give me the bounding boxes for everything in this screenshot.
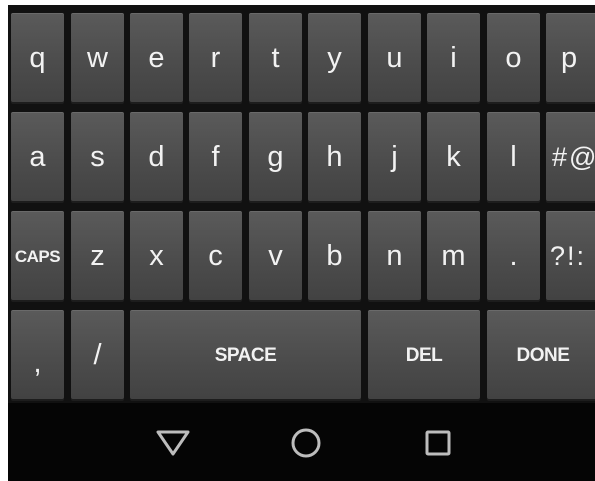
key-x[interactable]: x [130, 211, 183, 300]
key-label: b [326, 239, 343, 272]
key-w[interactable]: w [71, 13, 124, 102]
key-label: CAPS [14, 246, 61, 266]
key-p[interactable]: p [546, 13, 595, 102]
key-label: g [267, 140, 284, 173]
key-label: y [327, 41, 342, 74]
key-label: c [208, 239, 223, 272]
key-n[interactable]: n [368, 211, 421, 300]
key-label: j [391, 140, 398, 173]
key-label: ?!: [550, 240, 587, 271]
key-label: e [148, 41, 165, 74]
key-label: d [148, 140, 165, 173]
key-label: o [505, 41, 522, 74]
key-label: r [210, 41, 221, 74]
key-question-exclaim[interactable]: ?!: [546, 211, 595, 300]
key-label: u [386, 41, 403, 74]
key-t[interactable]: t [249, 13, 302, 102]
key-a[interactable]: a [11, 112, 64, 201]
key-k[interactable]: k [427, 112, 480, 201]
circle-home-icon [291, 428, 321, 458]
key-c[interactable]: c [189, 211, 242, 300]
key-comma[interactable]: , [11, 310, 64, 399]
key-l[interactable]: l [487, 112, 540, 201]
navigation-bar [8, 403, 595, 481]
key-d[interactable]: d [130, 112, 183, 201]
key-caps[interactable]: CAPS [11, 211, 64, 300]
home-button[interactable] [284, 421, 328, 465]
key-label: v [268, 239, 283, 272]
key-label: q [29, 41, 46, 74]
space-bar[interactable]: SPACE [130, 310, 361, 399]
key-f[interactable]: f [189, 112, 242, 201]
square-recents-icon [425, 430, 451, 456]
key-label: x [149, 239, 164, 272]
key-g[interactable]: g [249, 112, 302, 201]
key-m[interactable]: m [427, 211, 480, 300]
on-screen-keyboard: q w e r t y u i o p a s d f g h j k l #@… [8, 5, 595, 403]
key-period[interactable]: . [487, 211, 540, 300]
recents-button[interactable] [416, 421, 460, 465]
key-label: , [33, 346, 42, 379]
key-label: p [561, 41, 578, 74]
key-j[interactable]: j [368, 112, 421, 201]
key-b[interactable]: b [308, 211, 361, 300]
key-u[interactable]: u [368, 13, 421, 102]
key-s[interactable]: s [71, 112, 124, 201]
key-label: SPACE [214, 344, 277, 366]
phone-screen: q w e r t y u i o p a s d f g h j k l #@… [8, 5, 595, 481]
key-label: m [441, 239, 466, 272]
key-label: z [90, 239, 105, 272]
triangle-back-icon [156, 430, 190, 456]
key-label: l [510, 140, 517, 173]
key-label: k [446, 140, 461, 173]
key-slash[interactable]: / [71, 310, 124, 399]
key-label: / [93, 338, 102, 371]
key-q[interactable]: q [11, 13, 64, 102]
key-label: i [450, 41, 457, 74]
key-e[interactable]: e [130, 13, 183, 102]
key-label: . [509, 239, 518, 272]
key-label: #@ [552, 141, 595, 172]
key-label: DEL [405, 344, 443, 366]
key-label: h [326, 140, 343, 173]
key-label: s [90, 140, 105, 173]
key-label: f [211, 140, 220, 173]
key-i[interactable]: i [427, 13, 480, 102]
key-label: w [87, 41, 108, 74]
key-h[interactable]: h [308, 112, 361, 201]
delete-key[interactable]: DEL [368, 310, 480, 399]
key-y[interactable]: y [308, 13, 361, 102]
key-o[interactable]: o [487, 13, 540, 102]
key-v[interactable]: v [249, 211, 302, 300]
key-label: a [29, 140, 46, 173]
key-hash-at[interactable]: #@ [546, 112, 595, 201]
key-label: DONE [516, 344, 570, 366]
back-button[interactable] [151, 421, 195, 465]
key-label: n [386, 239, 403, 272]
key-label: t [271, 41, 280, 74]
key-z[interactable]: z [71, 211, 124, 300]
done-key[interactable]: DONE [487, 310, 595, 399]
key-r[interactable]: r [189, 13, 242, 102]
